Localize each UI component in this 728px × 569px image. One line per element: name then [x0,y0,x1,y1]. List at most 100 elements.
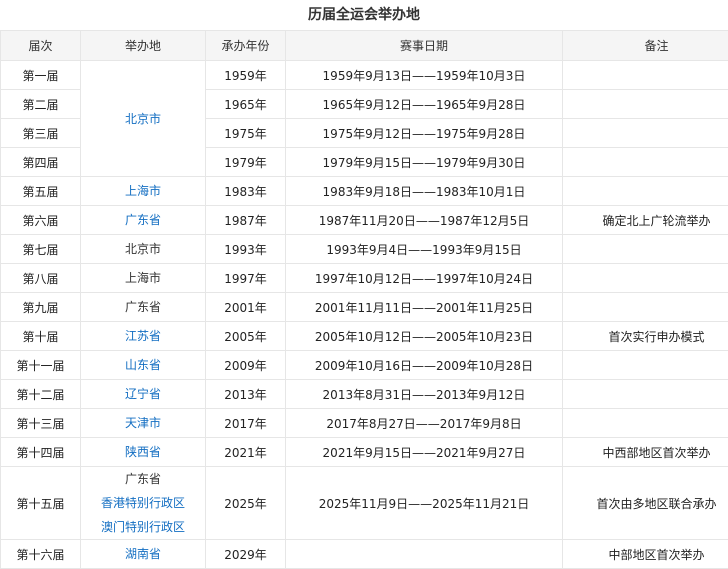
dates-cell: 2013年8月31日——2013年9月12日 [286,380,563,409]
location-link[interactable]: 辽宁省 [81,382,205,406]
session-cell: 第三届 [1,119,81,148]
note-cell [563,293,728,322]
location-text: 北京市 [81,237,205,261]
header-year: 承办年份 [206,31,286,61]
year-cell: 2009年 [206,351,286,380]
year-cell: 2001年 [206,293,286,322]
note-cell [563,264,728,293]
location-link[interactable]: 澳门特别行政区 [81,515,205,539]
table-row: 第九届广东省2001年2001年11月11日——2001年11月25日 [1,293,728,322]
location-link[interactable]: 山东省 [81,353,205,377]
dates-cell: 1979年9月15日——1979年9月30日 [286,148,563,177]
note-cell: 首次由多地区联合承办 [563,467,728,540]
session-cell: 第四届 [1,148,81,177]
table-row: 第八届上海市1997年1997年10月12日——1997年10月24日 [1,264,728,293]
dates-cell: 2017年8月27日——2017年9月8日 [286,409,563,438]
location-cell: 广东省 [81,206,206,235]
table-row: 第五届上海市1983年1983年9月18日——1983年10月1日 [1,177,728,206]
year-cell: 1965年 [206,90,286,119]
note-cell [563,119,728,148]
location-cell: 上海市 [81,177,206,206]
year-cell: 2029年 [206,540,286,569]
location-link[interactable]: 陕西省 [81,440,205,464]
location-text: 上海市 [81,266,205,290]
dates-cell: 1975年9月12日——1975年9月28日 [286,119,563,148]
table-header-row: 届次 举办地 承办年份 赛事日期 备注 [1,31,728,61]
year-cell: 1997年 [206,264,286,293]
note-cell [563,177,728,206]
location-cell: 辽宁省 [81,380,206,409]
session-cell: 第十六届 [1,540,81,569]
year-cell: 1983年 [206,177,286,206]
session-cell: 第十五届 [1,467,81,540]
year-cell: 1993年 [206,235,286,264]
table-caption: 历届全运会举办地 [0,0,728,30]
year-cell: 2025年 [206,467,286,540]
location-link[interactable]: 北京市 [81,107,205,131]
host-cities-table: 届次 举办地 承办年份 赛事日期 备注 第一届北京市1959年1959年9月13… [0,30,728,569]
dates-cell: 2025年11月9日——2025年11月21日 [286,467,563,540]
location-cell: 天津市 [81,409,206,438]
location-link[interactable]: 天津市 [81,411,205,435]
note-cell [563,409,728,438]
session-cell: 第十一届 [1,351,81,380]
year-cell: 1959年 [206,61,286,90]
location-link[interactable]: 广东省 [81,208,205,232]
session-cell: 第一届 [1,61,81,90]
table-row: 第十一届山东省2009年2009年10月16日——2009年10月28日 [1,351,728,380]
location-text: 广东省 [81,467,205,491]
table-row: 第十四届陕西省2021年2021年9月15日——2021年9月27日中西部地区首… [1,438,728,467]
location-cell: 江苏省 [81,322,206,351]
location-cell: 广东省香港特别行政区澳门特别行政区 [81,467,206,540]
table-row: 第十六届湖南省2029年 中部地区首次举办 [1,540,728,569]
session-cell: 第二届 [1,90,81,119]
dates-cell [286,540,563,569]
year-cell: 2021年 [206,438,286,467]
table-row: 第十届江苏省2005年2005年10月12日——2005年10月23日首次实行申… [1,322,728,351]
table-row: 第十二届辽宁省2013年2013年8月31日——2013年9月12日 [1,380,728,409]
note-cell [563,90,728,119]
dates-cell: 1993年9月4日——1993年9月15日 [286,235,563,264]
header-note: 备注 [563,31,728,61]
table-row: 第十三届天津市2017年2017年8月27日——2017年9月8日 [1,409,728,438]
session-cell: 第十二届 [1,380,81,409]
note-cell: 确定北上广轮流举办 [563,206,728,235]
table-row: 第一届北京市1959年1959年9月13日——1959年10月3日 [1,61,728,90]
header-dates: 赛事日期 [286,31,563,61]
dates-cell: 1983年9月18日——1983年10月1日 [286,177,563,206]
note-cell [563,351,728,380]
dates-cell: 1959年9月13日——1959年10月3日 [286,61,563,90]
location-cell: 北京市 [81,61,206,177]
note-cell: 中西部地区首次举办 [563,438,728,467]
note-cell [563,148,728,177]
session-cell: 第九届 [1,293,81,322]
note-cell: 中部地区首次举办 [563,540,728,569]
dates-cell: 2021年9月15日——2021年9月27日 [286,438,563,467]
table-row: 第十五届广东省香港特别行政区澳门特别行政区2025年2025年11月9日——20… [1,467,728,540]
location-cell: 上海市 [81,264,206,293]
year-cell: 2013年 [206,380,286,409]
location-cell: 山东省 [81,351,206,380]
dates-cell: 2009年10月16日——2009年10月28日 [286,351,563,380]
dates-cell: 1997年10月12日——1997年10月24日 [286,264,563,293]
location-link[interactable]: 香港特别行政区 [81,491,205,515]
year-cell: 1975年 [206,119,286,148]
note-cell [563,61,728,90]
location-link[interactable]: 上海市 [81,179,205,203]
location-cell: 湖南省 [81,540,206,569]
location-link[interactable]: 湖南省 [81,542,205,566]
header-location: 举办地 [81,31,206,61]
location-cell: 广东省 [81,293,206,322]
location-cell: 北京市 [81,235,206,264]
session-cell: 第五届 [1,177,81,206]
session-cell: 第六届 [1,206,81,235]
note-cell [563,235,728,264]
session-cell: 第十三届 [1,409,81,438]
location-link[interactable]: 江苏省 [81,324,205,348]
session-cell: 第十四届 [1,438,81,467]
note-cell [563,380,728,409]
session-cell: 第十届 [1,322,81,351]
session-cell: 第八届 [1,264,81,293]
table-body: 第一届北京市1959年1959年9月13日——1959年10月3日第二届1965… [1,61,728,569]
dates-cell: 1965年9月12日——1965年9月28日 [286,90,563,119]
